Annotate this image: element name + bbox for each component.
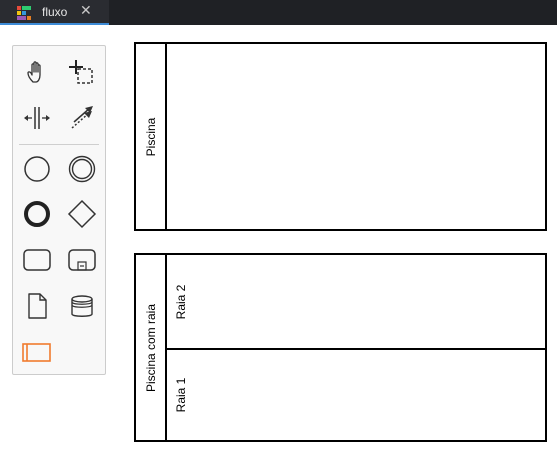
- gateway-icon: [67, 199, 97, 229]
- lane-raia-1[interactable]: Raia 1: [167, 350, 545, 440]
- pool-piscina-com-raia[interactable]: Piscina com raia Raia 2 Raia 1: [134, 253, 547, 442]
- tab-title: fluxo: [42, 5, 68, 19]
- lasso-tool[interactable]: [65, 56, 99, 90]
- lane-header: Raia 1: [167, 350, 195, 440]
- lane-raia-2[interactable]: Raia 2: [167, 255, 545, 350]
- connect-tool[interactable]: [65, 101, 99, 135]
- lasso-select-icon: [69, 60, 93, 84]
- intermediate-event-icon: [68, 155, 96, 183]
- connect-arrow-icon: [71, 106, 93, 129]
- end-event-icon: [24, 201, 50, 227]
- task-icon: [23, 249, 51, 271]
- subprocess-icon: [68, 249, 96, 271]
- palette: [12, 45, 106, 375]
- end-event-tool[interactable]: [20, 197, 54, 231]
- diagram-logo-icon: [17, 6, 31, 20]
- data-store-icon: [71, 295, 93, 317]
- start-event-tool[interactable]: [20, 152, 54, 186]
- participant-tool[interactable]: [20, 335, 54, 369]
- space-tool[interactable]: [20, 101, 54, 135]
- task-tool[interactable]: [20, 243, 54, 277]
- lane-label: Raia 1: [174, 377, 188, 413]
- pool-label: Piscina: [143, 117, 158, 156]
- pool-header: Piscina com raia: [136, 255, 167, 440]
- tab-fluxo[interactable]: fluxo ✕: [0, 0, 109, 25]
- intermediate-event-tool[interactable]: [65, 152, 99, 186]
- subprocess-tool[interactable]: [65, 243, 99, 277]
- palette-divider: [19, 144, 99, 145]
- space-tool-icon: [24, 107, 50, 129]
- pool-header: Piscina: [136, 44, 167, 229]
- pool-piscina[interactable]: Piscina: [134, 42, 547, 231]
- lane-header: Raia 2: [167, 255, 195, 348]
- tab-bar: fluxo ✕: [0, 0, 557, 25]
- data-object-icon: [28, 293, 47, 319]
- gateway-tool[interactable]: [65, 197, 99, 231]
- lane-label: Raia 2: [174, 284, 188, 319]
- pool-label: Piscina com raia: [143, 303, 158, 392]
- hand-tool[interactable]: [20, 56, 54, 90]
- close-icon[interactable]: ✕: [80, 3, 92, 19]
- start-event-icon: [24, 156, 50, 182]
- data-store-tool[interactable]: [65, 289, 99, 323]
- participant-icon: [22, 343, 51, 362]
- data-object-tool[interactable]: [20, 289, 54, 323]
- hand-icon: [27, 61, 41, 83]
